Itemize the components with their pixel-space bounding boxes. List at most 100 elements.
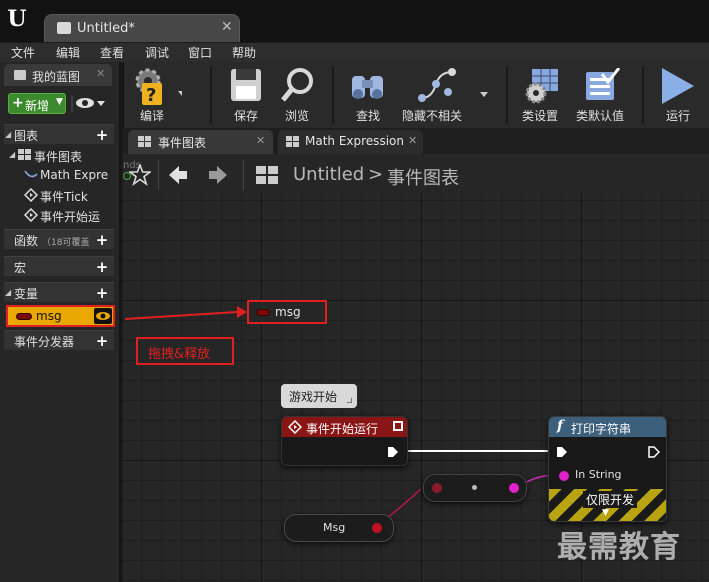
- toolbar-separator: [332, 66, 334, 124]
- save-button[interactable]: 保存: [222, 62, 268, 126]
- macros-section[interactable]: 宏 +: [4, 256, 114, 276]
- event-graph-icon: [18, 149, 31, 160]
- event-graph-icon: [138, 136, 151, 147]
- document-tab[interactable]: Untitled* ✕: [44, 14, 240, 42]
- drag-arrow-line: [124, 311, 238, 320]
- class-defaults-button[interactable]: 类默认值: [574, 62, 630, 126]
- class-defaults-label: 类默认值: [576, 109, 625, 123]
- in-string-pin[interactable]: [559, 471, 569, 481]
- expand-chevron-icon[interactable]: ▼: [602, 508, 609, 518]
- menu-edit[interactable]: 编辑: [56, 44, 80, 61]
- binoculars-icon: [352, 76, 383, 99]
- close-icon[interactable]: ✕: [96, 67, 105, 80]
- print-string-node[interactable]: f 打印字符串 In String 仅限开发 ▼: [548, 416, 667, 522]
- exec-output-pin[interactable]: [387, 446, 399, 458]
- browse-button[interactable]: 浏览: [274, 62, 320, 126]
- menu-help[interactable]: 帮助: [232, 44, 256, 61]
- delegate-pin-icon[interactable]: [393, 421, 403, 431]
- class-settings-gear-icon: [525, 69, 558, 104]
- exec-output-pin[interactable]: [648, 446, 660, 458]
- class-settings-button[interactable]: 类设置: [516, 62, 566, 126]
- string-variable-pill-icon: [256, 309, 270, 316]
- functions-section[interactable]: 函数 （18可覆盖 +: [4, 229, 114, 249]
- find-button[interactable]: 查找: [346, 62, 390, 126]
- add-event-dispatcher-button[interactable]: +: [94, 333, 110, 349]
- event-begin-play-node[interactable]: 事件开始运行: [281, 416, 408, 466]
- msg-getter-node[interactable]: Msg: [284, 514, 394, 542]
- event-dispatchers-section[interactable]: 事件分发器 +: [4, 330, 114, 350]
- variable-msg-label: msg: [36, 309, 62, 323]
- menu-file[interactable]: 文件: [11, 44, 35, 61]
- msg-output-pin[interactable]: [372, 523, 382, 533]
- close-icon[interactable]: ✕: [408, 134, 417, 147]
- event-begin-play-item[interactable]: 事件开始运: [20, 206, 116, 224]
- string-variable-pill-icon: [16, 313, 32, 320]
- tab-math-expression[interactable]: Math Expression ✕: [278, 130, 423, 154]
- my-blueprint-tab-label: 我的蓝图: [32, 70, 81, 84]
- function-icon: [24, 170, 38, 178]
- close-icon[interactable]: ✕: [221, 19, 233, 35]
- book-icon: [14, 70, 26, 80]
- add-graph-button[interactable]: +: [94, 127, 110, 143]
- blueprint-graph-canvas[interactable]: nds Untitled > 事件图表 msg 拖拽&释放 游戏开始 事件开始运…: [123, 154, 709, 582]
- graphs-section[interactable]: ◢ 图表 +: [4, 124, 114, 144]
- print-string-title: 打印字符串: [571, 422, 632, 436]
- function-f-icon: f: [557, 418, 564, 434]
- floppy-disk-icon: [231, 69, 261, 101]
- graphs-section-label: 图表: [14, 129, 39, 143]
- save-label: 保存: [234, 109, 259, 123]
- math-expression-label: Math Expre: [40, 168, 109, 182]
- hide-unrelated-label: 隐藏不相关: [402, 109, 463, 123]
- event-diamond-icon: [24, 188, 38, 202]
- magnifier-icon: [281, 68, 313, 102]
- resize-corner-icon: [347, 398, 352, 403]
- watermark: 最需教育: [557, 530, 681, 565]
- menu-debug[interactable]: 调试: [145, 44, 169, 61]
- reroute-output-pin[interactable]: [509, 483, 519, 493]
- add-variable-button[interactable]: +: [94, 285, 110, 301]
- toolbar-separator: [210, 66, 212, 124]
- reroute-input-pin[interactable]: [432, 483, 442, 493]
- title-bar: U Untitled* ✕: [0, 0, 709, 42]
- menu-view[interactable]: 查看: [100, 44, 124, 61]
- exec-input-pin[interactable]: [556, 446, 568, 458]
- visibility-eye-icon[interactable]: [94, 308, 112, 324]
- add-macro-button[interactable]: +: [94, 259, 110, 275]
- tab-math-expression-label: Math Expression: [305, 134, 404, 148]
- add-function-button[interactable]: +: [94, 232, 110, 248]
- menu-window[interactable]: 窗口: [188, 44, 212, 61]
- close-icon[interactable]: ✕: [256, 134, 265, 147]
- hide-unrelated-button[interactable]: 隐藏不相关: [398, 62, 494, 126]
- event-begin-play-label: 事件开始运: [40, 210, 101, 224]
- add-new-button[interactable]: + 新增 ▼: [8, 93, 66, 114]
- dragged-msg-node[interactable]: msg: [247, 300, 327, 324]
- run-button[interactable]: 运行: [652, 62, 706, 126]
- reroute-node[interactable]: [423, 474, 527, 502]
- toolbar-separator: [506, 66, 508, 124]
- event-graph-item[interactable]: ◢ 事件图表: [4, 146, 116, 164]
- development-only-label: 仅限开发: [583, 491, 638, 508]
- blueprint-icon: [57, 22, 71, 34]
- math-expression-item[interactable]: Math Expre: [20, 166, 116, 184]
- unreal-logo-icon[interactable]: U: [4, 5, 30, 33]
- dragged-msg-label: msg: [275, 305, 301, 319]
- drag-drop-annotation-text: 拖拽&释放: [148, 347, 211, 362]
- tab-event-graph[interactable]: 事件图表 ✕: [128, 130, 273, 154]
- event-graph-label: 事件图表: [34, 150, 83, 164]
- comment-bubble[interactable]: 游戏开始: [281, 384, 357, 408]
- variable-msg-item[interactable]: msg: [6, 305, 115, 327]
- event-tick-item[interactable]: 事件Tick: [20, 186, 116, 204]
- my-blueprint-tab[interactable]: 我的蓝图 ✕: [4, 64, 112, 86]
- drag-arrow-head: [237, 306, 247, 318]
- graph-tab-bar: 事件图表 ✕ Math Expression ✕: [123, 128, 709, 154]
- view-options-button[interactable]: [70, 93, 110, 114]
- triangle-down-icon: ◢: [9, 150, 16, 159]
- chevron-down-icon: ▼: [56, 97, 63, 107]
- variables-section[interactable]: ◢ 变量 +: [4, 282, 114, 302]
- triangle-down-icon: ◢: [5, 288, 12, 297]
- compile-button[interactable]: ? 编译: [126, 62, 196, 126]
- hide-unrelated-nodes-icon: [418, 68, 488, 102]
- comment-bubble-text: 游戏开始: [289, 390, 338, 404]
- play-icon: [662, 68, 694, 104]
- class-settings-label: 类设置: [522, 109, 559, 123]
